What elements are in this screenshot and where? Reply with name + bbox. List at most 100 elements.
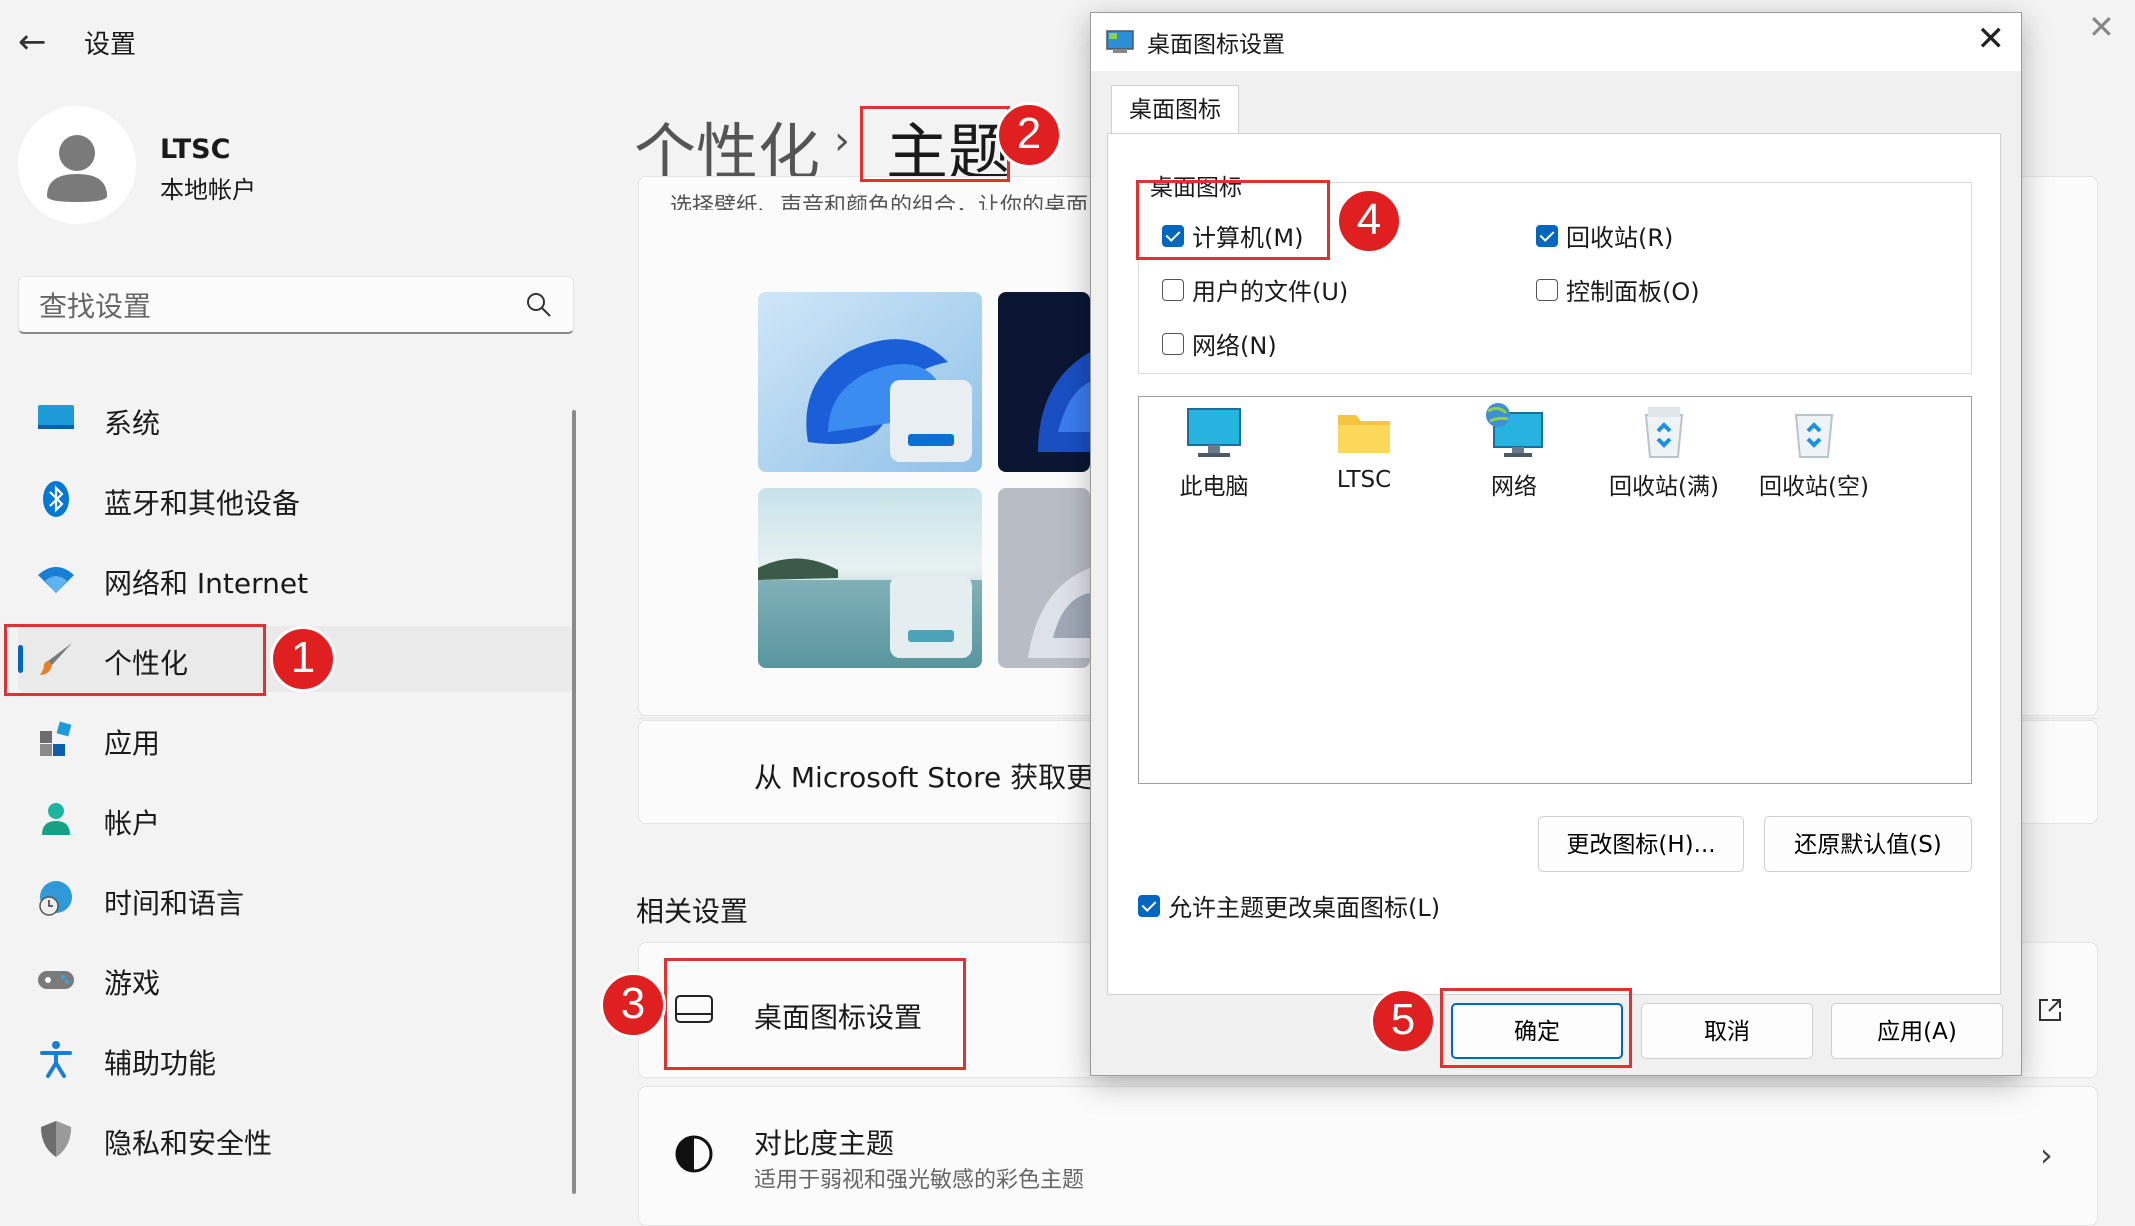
this-pc-icon [1187, 408, 1241, 457]
checkbox-box[interactable] [1162, 278, 1184, 301]
annotation-badge-1: 1 [270, 626, 336, 692]
nav-item-label: 时间和语言 [104, 887, 245, 920]
nav-item-accounts[interactable]: 帐户 [18, 786, 574, 852]
contrast-themes-title[interactable]: 对比度主题 [754, 1122, 894, 1162]
icon-item-label: 回收站(空) [1759, 474, 1869, 500]
icon-item-label: 网络 [1491, 474, 1537, 500]
checkbox-label: 网络(N) [1192, 332, 1277, 360]
icon-item-label: LTSC [1336, 467, 1392, 493]
icon-item-label: 回收站(满) [1609, 474, 1719, 500]
nav-item-label: 辅助功能 [104, 1047, 217, 1080]
checkbox-label: 控制面板(O) [1566, 278, 1700, 306]
icon-item-this-pc[interactable]: 此电脑 [1159, 405, 1269, 501]
checkbox-user-files[interactable]: 用户的文件(U) [1162, 272, 1348, 307]
theme-tile-dark[interactable] [998, 292, 1090, 472]
bluetooth-icon [43, 481, 69, 517]
theme-tile-lake[interactable] [758, 488, 982, 668]
person-silhouette-icon [47, 135, 107, 202]
nav-scrollbar[interactable] [572, 410, 576, 1194]
monitor-icon [38, 405, 74, 429]
checkbox-recycle-bin[interactable]: 回收站(R) [1536, 218, 1673, 253]
icon-item-recycle-bin-empty[interactable]: 回收站(空) [1759, 403, 1869, 501]
apps-icon [40, 721, 72, 756]
search-box[interactable] [18, 276, 574, 334]
search-input[interactable] [37, 287, 511, 325]
annotation-badge-3: 3 [600, 972, 666, 1038]
nav-item-apps[interactable]: 应用 [18, 706, 574, 772]
checkbox-label: 用户的文件(U) [1192, 278, 1349, 306]
dialog-title: 桌面图标设置 [1147, 32, 1285, 58]
recycle-bin-empty-icon [1794, 414, 1834, 458]
restore-default-button[interactable]: 还原默认值(S) [1764, 816, 1972, 872]
nav-item-network[interactable]: 网络和 Internet [18, 546, 574, 612]
open-external-icon[interactable] [2036, 996, 2064, 1024]
theme-tile-light[interactable] [758, 292, 982, 472]
gamepad-icon [38, 971, 74, 989]
nav-item-bluetooth[interactable]: 蓝牙和其他设备 [18, 466, 574, 532]
nav-item-privacy[interactable]: 隐私和安全性 [18, 1106, 574, 1172]
accessibility-icon [40, 1041, 72, 1078]
icon-item-network[interactable]: 网络 [1459, 401, 1569, 501]
checkbox-box[interactable] [1536, 278, 1558, 301]
nav-item-label: 帐户 [104, 807, 161, 840]
apply-button[interactable]: 应用(A) [1831, 1003, 2003, 1059]
window-close-icon[interactable]: ✕ [2088, 8, 2115, 46]
related-settings-title: 相关设置 [636, 895, 749, 928]
annotation-box-2 [860, 106, 1010, 182]
checkbox-label: 回收站(R) [1566, 224, 1674, 252]
nav-item-label: 蓝牙和其他设备 [104, 487, 301, 520]
user-folder-icon [1338, 415, 1390, 453]
nav-item-label: 应用 [104, 727, 161, 760]
icon-item-user-folder[interactable]: LTSC [1309, 405, 1419, 493]
theme-description: 选择壁纸、声音和颜色的组合，让你的桌面 [670, 194, 1089, 210]
cancel-button[interactable]: 取消 [1641, 1003, 1813, 1059]
store-themes-text[interactable]: 从 Microsoft Store 获取更多主题 [754, 756, 1090, 796]
icon-item-label: 此电脑 [1179, 474, 1249, 500]
search-icon[interactable] [525, 291, 553, 319]
contrast-themes-subtitle: 适用于弱视和强光敏感的彩色主题 [754, 1168, 1085, 1193]
nav-item-system[interactable]: 系统 [18, 386, 574, 452]
checkbox-control-panel[interactable]: 控制面板(O) [1536, 272, 1700, 307]
tab-desktop-icons[interactable]: 桌面图标 [1111, 85, 1239, 135]
breadcrumb-chevron-icon: › [834, 118, 850, 164]
annotation-badge-2: 2 [996, 102, 1062, 168]
dialog-titlebar[interactable]: 桌面图标设置 ✕ [1091, 13, 2021, 71]
desktop-icon-settings-dialog: 桌面图标设置 ✕ 桌面图标 桌面图标 计算机(M) 回收站(R) 用户的文件(U… [1090, 12, 2022, 1076]
theme-tile-glow[interactable] [998, 488, 1090, 668]
recycle-bin-full-icon [1644, 407, 1684, 458]
checkbox-box[interactable] [1536, 224, 1558, 247]
chevron-right-icon[interactable]: › [2040, 1136, 2053, 1174]
checkbox-allow-themes[interactable]: 允许主题更改桌面图标(L) [1138, 888, 1440, 923]
icon-list[interactable]: 此电脑 LTSC 网络 回收站(满) 回收站(空) [1138, 396, 1972, 784]
network-icon [1486, 403, 1543, 457]
nav-item-gaming[interactable]: 游戏 [18, 946, 574, 1012]
annotation-box-1 [4, 624, 266, 696]
avatar[interactable] [18, 106, 136, 224]
wifi-icon [38, 567, 74, 593]
user-account-type: 本地帐户 [160, 176, 256, 204]
annotation-box-4 [1136, 180, 1330, 260]
contrast-icon [675, 1135, 713, 1173]
app-title: 设置 [84, 30, 137, 60]
nav-item-label: 隐私和安全性 [104, 1127, 273, 1160]
annotation-badge-4: 4 [1336, 188, 1402, 254]
back-arrow-icon[interactable]: ← [18, 22, 47, 62]
lake-wallpaper-thumbnail [758, 488, 982, 668]
nav-item-label: 网络和 Internet [104, 567, 309, 600]
desktop-settings-app-icon [1106, 30, 1134, 53]
shield-icon [41, 1121, 71, 1157]
checkbox-box[interactable] [1162, 332, 1184, 355]
globe-clock-icon [39, 881, 72, 916]
nav-item-time-language[interactable]: 时间和语言 [18, 866, 574, 932]
annotation-box-3 [664, 958, 966, 1070]
bloom-wallpaper-thumbnail [758, 292, 982, 472]
change-icon-button[interactable]: 更改图标(H)... [1538, 816, 1744, 872]
icon-item-recycle-bin-full[interactable]: 回收站(满) [1609, 403, 1719, 501]
nav-item-accessibility[interactable]: 辅助功能 [18, 1026, 574, 1092]
annotation-badge-5: 5 [1370, 988, 1436, 1054]
glow-wallpaper-thumbnail [998, 488, 1090, 668]
nav-item-label: 系统 [104, 407, 161, 440]
dialog-close-icon[interactable]: ✕ [1977, 19, 2006, 59]
checkbox-box[interactable] [1138, 894, 1160, 917]
checkbox-network[interactable]: 网络(N) [1162, 326, 1277, 361]
